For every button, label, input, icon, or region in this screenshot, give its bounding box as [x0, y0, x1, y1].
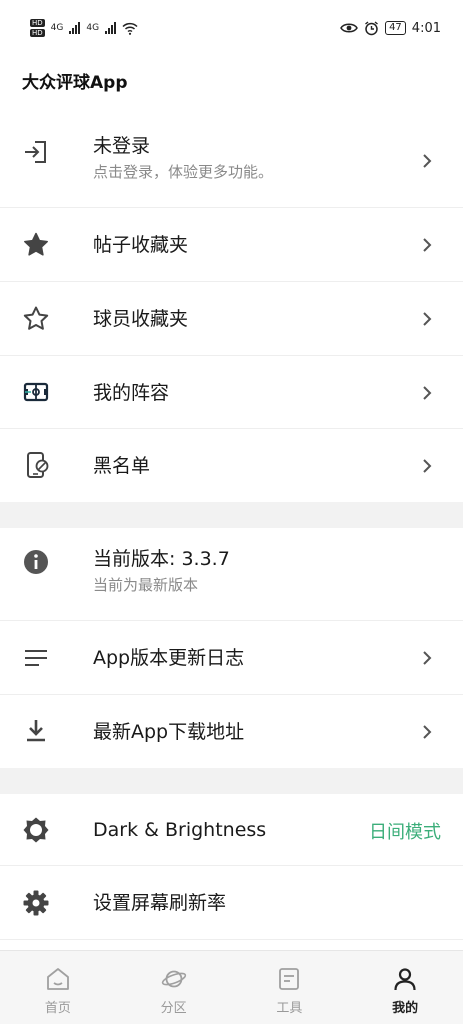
menu-section: 帖子收藏夹 球员收藏夹 我的阵容 黑名单 — [0, 208, 463, 502]
planet-icon — [160, 965, 188, 993]
tab-tools[interactable]: 工具 — [232, 951, 348, 1024]
changelog-label: App版本更新日志 — [93, 647, 245, 669]
network-type-1: 4G — [50, 23, 64, 33]
tab-mine[interactable]: 我的 — [347, 951, 463, 1024]
status-left: HD HD 4G 4G — [30, 19, 138, 37]
changelog-row[interactable]: App版本更新日志 — [0, 621, 463, 695]
tab-label: 首页 — [44, 1001, 71, 1016]
tab-sections[interactable]: 分区 — [116, 951, 232, 1024]
battery-indicator: 47 — [385, 21, 406, 35]
notes-icon — [22, 644, 50, 672]
login-subtitle: 点击登录，体验更多功能。 — [93, 163, 274, 181]
alarm-icon — [365, 20, 378, 35]
menu-item-post-favorites[interactable]: 帖子收藏夹 — [0, 208, 463, 282]
tab-label: 我的 — [392, 1001, 419, 1016]
dark-label: Dark & Brightness — [93, 819, 267, 841]
home-icon — [44, 965, 72, 993]
account-section: 未登录 点击登录，体验更多功能。 — [0, 114, 463, 208]
refresh-rate-row[interactable]: 设置屏幕刷新率 — [0, 866, 463, 940]
menu-texts: 帖子收藏夹 — [93, 233, 403, 257]
section-divider — [0, 768, 463, 794]
menu-texts: 黑名单 — [93, 454, 403, 478]
menu-label: 帖子收藏夹 — [93, 234, 189, 256]
tab-label: 分区 — [160, 1001, 187, 1016]
hd-badge-2: HD — [30, 29, 45, 37]
version-texts: 当前版本: 3.3.7 当前为最新版本 — [93, 547, 403, 596]
blocked-device-icon — [22, 451, 50, 479]
menu-texts: 我的阵容 — [93, 381, 403, 405]
tab-label: 工具 — [276, 1001, 303, 1016]
chevron-right-icon — [423, 386, 432, 400]
hd-indicators: HD HD — [30, 19, 45, 37]
gear-icon — [22, 889, 50, 917]
chevron-right-icon — [423, 725, 432, 739]
star-filled-icon — [22, 231, 50, 259]
download-label: 最新App下载地址 — [93, 721, 245, 743]
user-icon — [391, 965, 419, 993]
hd-badge-1: HD — [30, 19, 45, 27]
eye-icon — [340, 23, 358, 33]
clock: 4:01 — [411, 20, 441, 36]
current-version-row[interactable]: 当前版本: 3.3.7 当前为最新版本 — [0, 528, 463, 621]
brightness-icon — [22, 816, 50, 844]
dark-texts: Dark & Brightness — [93, 818, 403, 842]
app-title: 大众评球App — [22, 73, 128, 93]
version-subtitle: 当前为最新版本 — [93, 576, 199, 594]
status-bar: HD HD 4G 4G 47 4:01 — [0, 0, 463, 56]
section-divider — [0, 502, 463, 528]
wifi-icon — [122, 22, 138, 35]
version-section: 当前版本: 3.3.7 当前为最新版本 App版本更新日志 最新App下载地址 — [0, 528, 463, 768]
chevron-right-icon — [423, 312, 432, 326]
theme-mode-value[interactable]: 日间模式 — [369, 818, 441, 844]
network-type-2: 4G — [86, 23, 100, 33]
chevron-right-icon — [423, 238, 432, 252]
menu-label: 黑名单 — [93, 455, 151, 477]
info-icon — [22, 548, 50, 576]
dark-brightness-row[interactable]: Dark & Brightness 日间模式 — [0, 794, 463, 866]
lineup-icon — [22, 378, 50, 406]
version-title: 当前版本: 3.3.7 — [93, 548, 230, 570]
signal-icon — [69, 22, 81, 34]
tools-icon — [275, 965, 303, 993]
star-outline-icon — [22, 305, 50, 333]
chevron-right-icon — [423, 459, 432, 473]
menu-label: 球员收藏夹 — [93, 308, 189, 330]
menu-texts: 球员收藏夹 — [93, 307, 403, 331]
bottom-tab-bar: 首页 分区 工具 我的 — [0, 950, 463, 1024]
login-icon — [22, 138, 50, 166]
settings-section: Dark & Brightness 日间模式 设置屏幕刷新率 — [0, 794, 463, 940]
menu-item-player-favorites[interactable]: 球员收藏夹 — [0, 282, 463, 356]
menu-label: 我的阵容 — [93, 382, 170, 404]
login-row[interactable]: 未登录 点击登录，体验更多功能。 — [0, 114, 463, 208]
login-title: 未登录 — [93, 135, 151, 157]
refresh-texts: 设置屏幕刷新率 — [93, 891, 403, 915]
tab-home[interactable]: 首页 — [0, 951, 116, 1024]
chevron-right-icon — [423, 651, 432, 665]
status-right: 47 4:01 — [340, 21, 441, 36]
login-texts: 未登录 点击登录，体验更多功能。 — [93, 134, 403, 183]
download-row[interactable]: 最新App下载地址 — [0, 695, 463, 768]
download-texts: 最新App下载地址 — [93, 720, 403, 744]
chevron-right-icon — [423, 154, 432, 168]
refresh-label: 设置屏幕刷新率 — [93, 892, 227, 914]
changelog-texts: App版本更新日志 — [93, 646, 403, 670]
menu-item-blacklist[interactable]: 黑名单 — [0, 429, 463, 502]
download-icon — [22, 717, 50, 745]
menu-item-my-lineup[interactable]: 我的阵容 — [0, 356, 463, 429]
signal-icon-2 — [105, 22, 117, 34]
